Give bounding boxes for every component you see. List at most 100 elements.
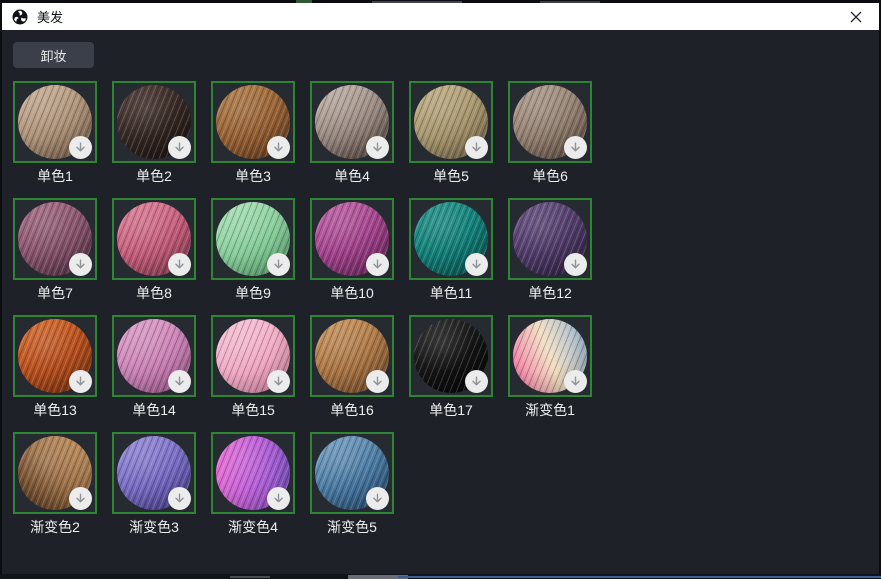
hair-color-card[interactable] — [211, 315, 295, 397]
hair-color-card[interactable] — [409, 198, 493, 280]
hair-color-item: 渐变色5 — [310, 432, 394, 536]
hair-color-item: 渐变色3 — [112, 432, 196, 536]
download-arrow-icon — [569, 141, 582, 154]
hair-color-label: 单色6 — [508, 167, 592, 185]
hair-color-label: 单色3 — [211, 167, 295, 185]
background-fragment — [230, 576, 270, 578]
download-button[interactable] — [168, 136, 191, 159]
hair-color-item: 渐变色2 — [13, 432, 97, 536]
download-button[interactable] — [564, 253, 587, 276]
background-fragment — [398, 576, 881, 578]
close-button[interactable] — [841, 3, 871, 30]
hair-color-label: 渐变色1 — [508, 401, 592, 419]
hair-color-item: 单色3 — [211, 81, 295, 185]
hair-color-card[interactable] — [112, 81, 196, 163]
download-button[interactable] — [69, 487, 92, 510]
hair-color-card[interactable] — [310, 198, 394, 280]
download-button[interactable] — [267, 136, 290, 159]
hair-color-card[interactable] — [310, 432, 394, 514]
download-arrow-icon — [371, 375, 384, 388]
hair-color-label: 单色16 — [310, 401, 394, 419]
download-arrow-icon — [173, 375, 186, 388]
hair-color-card[interactable] — [112, 432, 196, 514]
hair-color-card[interactable] — [13, 198, 97, 280]
download-arrow-icon — [470, 258, 483, 271]
hair-color-label: 单色7 — [13, 284, 97, 302]
download-button[interactable] — [267, 487, 290, 510]
hair-color-label: 单色8 — [112, 284, 196, 302]
download-button[interactable] — [69, 370, 92, 393]
hair-color-card[interactable] — [13, 432, 97, 514]
hair-color-item: 单色8 — [112, 198, 196, 302]
hair-color-label: 单色14 — [112, 401, 196, 419]
download-button[interactable] — [267, 253, 290, 276]
hair-color-card[interactable] — [310, 81, 394, 163]
download-button[interactable] — [168, 253, 191, 276]
hair-color-label: 单色11 — [409, 284, 493, 302]
download-arrow-icon — [470, 141, 483, 154]
hair-color-item: 单色15 — [211, 315, 295, 419]
download-arrow-icon — [173, 258, 186, 271]
close-icon — [850, 11, 862, 23]
hair-color-item: 单色1 — [13, 81, 97, 185]
download-arrow-icon — [272, 258, 285, 271]
download-arrow-icon — [173, 141, 186, 154]
hair-color-item: 渐变色1 — [508, 315, 592, 419]
hair-color-card[interactable] — [211, 198, 295, 280]
download-button[interactable] — [366, 136, 389, 159]
download-button[interactable] — [366, 370, 389, 393]
download-button[interactable] — [465, 370, 488, 393]
hair-color-card[interactable] — [211, 432, 295, 514]
hair-color-item: 单色7 — [13, 198, 97, 302]
download-arrow-icon — [74, 258, 87, 271]
download-arrow-icon — [74, 492, 87, 505]
download-arrow-icon — [74, 141, 87, 154]
hair-color-label: 单色12 — [508, 284, 592, 302]
download-button[interactable] — [69, 253, 92, 276]
download-arrow-icon — [272, 492, 285, 505]
download-button[interactable] — [465, 136, 488, 159]
download-arrow-icon — [371, 258, 384, 271]
hair-color-label: 渐变色3 — [112, 518, 196, 536]
download-button[interactable] — [168, 487, 191, 510]
hair-color-label: 渐变色2 — [13, 518, 97, 536]
hair-color-item: 单色16 — [310, 315, 394, 419]
download-button[interactable] — [168, 370, 191, 393]
hair-color-card[interactable] — [211, 81, 295, 163]
hair-color-card[interactable] — [13, 315, 97, 397]
download-arrow-icon — [569, 375, 582, 388]
hair-style-dialog: 美发 卸妆 单色1 — [2, 3, 879, 574]
hair-color-card[interactable] — [112, 198, 196, 280]
download-button[interactable] — [69, 136, 92, 159]
hair-color-label: 渐变色5 — [310, 518, 394, 536]
hair-color-card[interactable] — [409, 315, 493, 397]
hair-color-item: 单色14 — [112, 315, 196, 419]
download-button[interactable] — [366, 487, 389, 510]
hair-color-card[interactable] — [508, 198, 592, 280]
hair-color-item: 单色4 — [310, 81, 394, 185]
hair-color-card[interactable] — [508, 315, 592, 397]
hair-color-card[interactable] — [409, 81, 493, 163]
download-button[interactable] — [465, 253, 488, 276]
download-arrow-icon — [173, 492, 186, 505]
hair-color-card[interactable] — [112, 315, 196, 397]
hair-color-label: 单色13 — [13, 401, 97, 419]
remove-makeup-button[interactable]: 卸妆 — [13, 42, 94, 68]
hair-color-item: 单色17 — [409, 315, 493, 419]
download-arrow-icon — [371, 141, 384, 154]
hair-color-card[interactable] — [310, 315, 394, 397]
window-title: 美发 — [37, 7, 63, 26]
hair-color-card[interactable] — [13, 81, 97, 163]
hair-color-label: 单色1 — [13, 167, 97, 185]
dialog-body: 卸妆 单色1 单色2 — [2, 30, 879, 574]
download-button[interactable] — [366, 253, 389, 276]
download-button[interactable] — [564, 136, 587, 159]
hair-color-item: 单色11 — [409, 198, 493, 302]
download-button[interactable] — [267, 370, 290, 393]
download-button[interactable] — [564, 370, 587, 393]
hair-color-card[interactable] — [508, 81, 592, 163]
hair-color-item: 单色6 — [508, 81, 592, 185]
hair-color-label: 单色15 — [211, 401, 295, 419]
hair-color-item: 单色5 — [409, 81, 493, 185]
hair-color-label: 单色2 — [112, 167, 196, 185]
